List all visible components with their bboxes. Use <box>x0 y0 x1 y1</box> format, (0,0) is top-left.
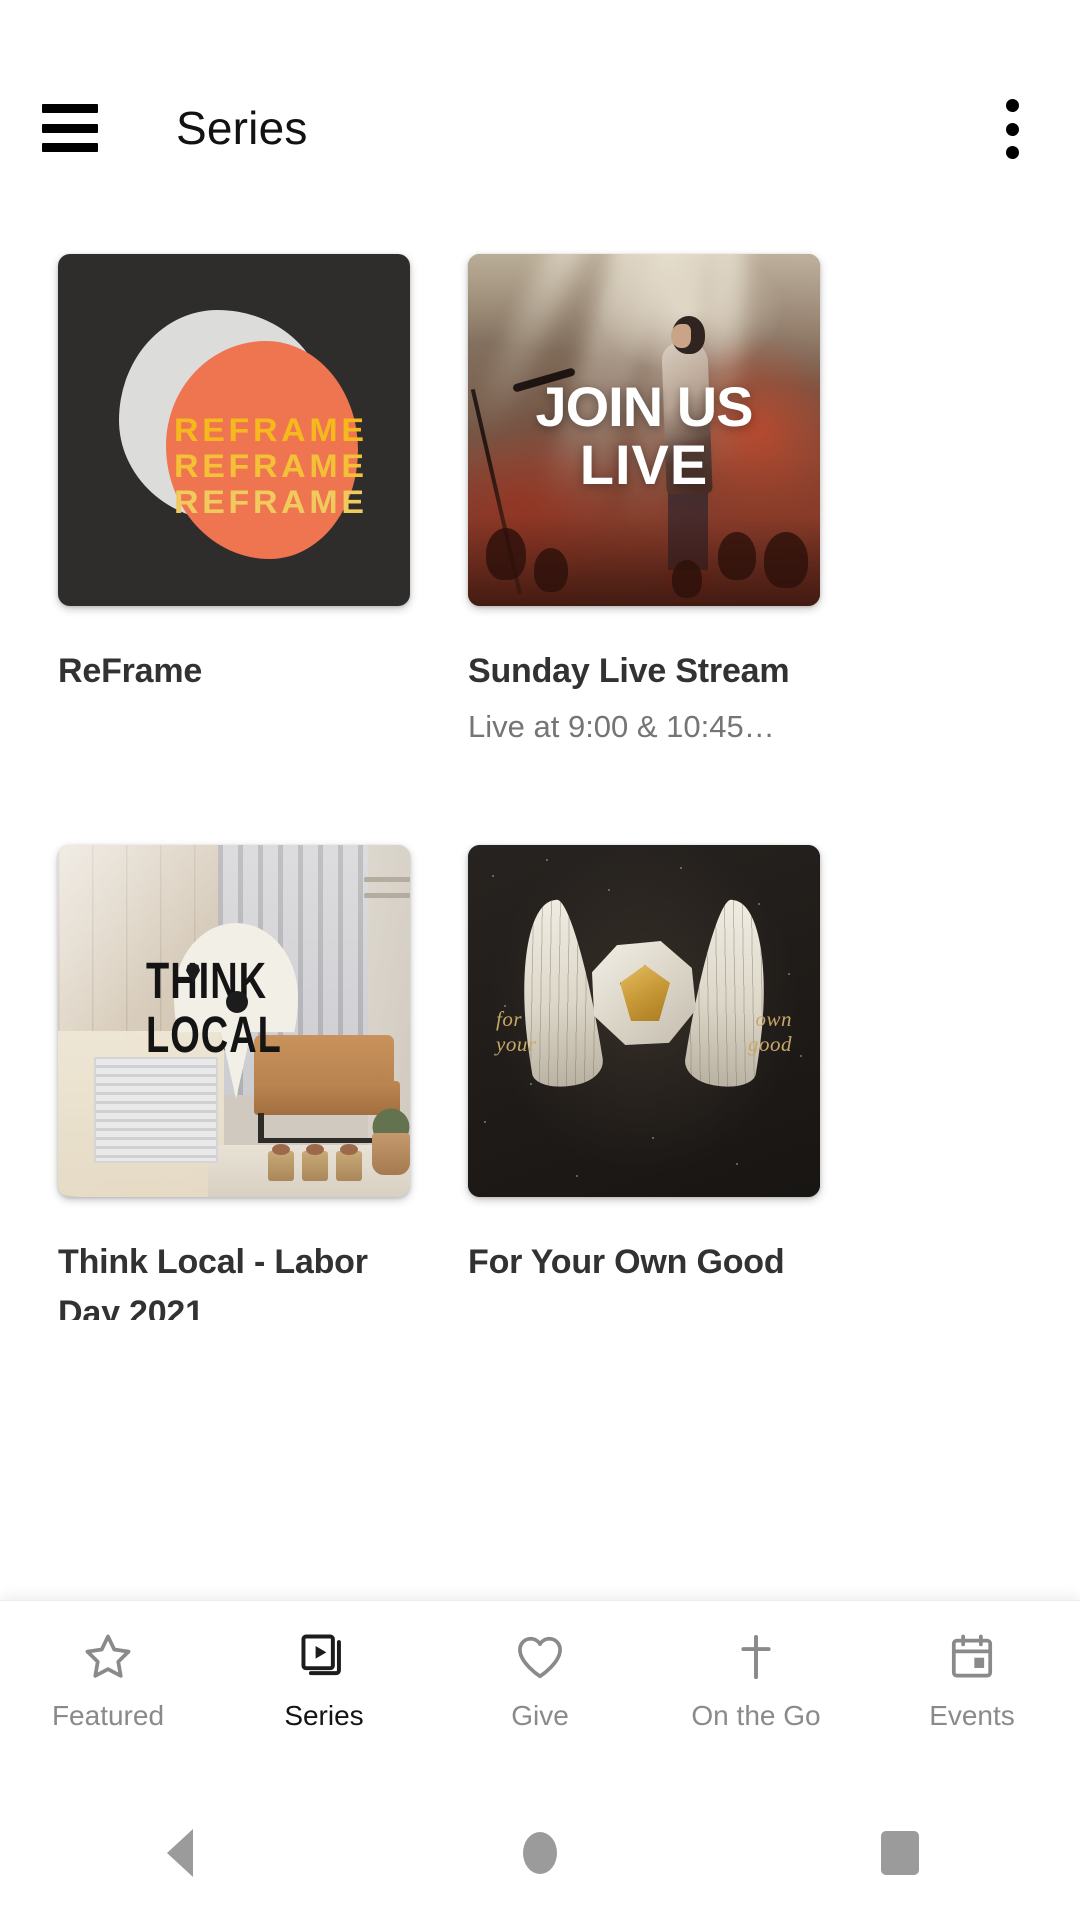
ceiling-rail <box>364 893 410 898</box>
crowd-silhouette <box>672 560 702 598</box>
potted-plant-pot <box>372 1133 410 1175</box>
tab-label: Featured <box>51 1700 165 1731</box>
window-blinds <box>94 1057 218 1163</box>
tab-label: Give <box>511 1700 569 1731</box>
home-circle-icon <box>523 1832 557 1874</box>
overflow-dot-1 <box>1005 99 1019 112</box>
series-title: Think Local - Labor Day 2021 <box>58 1243 368 1320</box>
produce-crate <box>336 1144 362 1181</box>
pin-dot <box>226 991 248 1013</box>
more-vertical-icon[interactable] <box>990 96 1034 162</box>
tab-featured[interactable]: Featured <box>0 1601 216 1787</box>
page-title: Series <box>176 102 308 154</box>
series-card-reframe[interactable]: REFRAME REFRAME REFRAME ReFrame <box>58 254 410 697</box>
series-title: Sunday Live Stream <box>468 652 790 690</box>
crowd-silhouette <box>764 532 808 588</box>
star-icon <box>85 1634 131 1678</box>
tab-series[interactable]: Series <box>216 1601 432 1787</box>
series-artwork-for-your-own-good[interactable]: for your own good <box>468 845 820 1197</box>
crowd-silhouette <box>534 548 568 592</box>
android-system-nav <box>0 1786 1080 1920</box>
overflow-dot-3 <box>1005 146 1019 159</box>
reframe-wordmark: REFRAME REFRAME REFRAME <box>174 414 410 518</box>
ceiling-rail <box>364 877 410 882</box>
produce-crate <box>268 1144 294 1181</box>
back-triangle-icon <box>167 1829 193 1877</box>
reframe-word-1: REFRAME <box>174 412 368 448</box>
heart-icon <box>518 1636 562 1679</box>
recents-button[interactable] <box>720 1831 1080 1875</box>
app-bar: Series <box>0 0 1080 250</box>
overflow-dot-2 <box>1005 122 1019 136</box>
series-card-for-your-own-good[interactable]: for your own good For Your Own Good <box>468 845 820 1288</box>
menu-bar-1 <box>42 104 98 113</box>
series-grid: REFRAME REFRAME REFRAME ReFrame JOIN US … <box>0 250 1080 1320</box>
tab-on-the-go[interactable]: On the Go <box>648 1601 864 1787</box>
tab-label: Series <box>284 1700 364 1731</box>
overlay-line-2: LOCAL <box>146 1007 282 1065</box>
crowd-silhouette <box>486 528 526 580</box>
cross-icon <box>741 1634 771 1680</box>
produce-crate <box>302 1144 328 1181</box>
performer-face <box>671 324 691 348</box>
back-button[interactable] <box>0 1829 360 1877</box>
reframe-word-2: REFRAME <box>174 448 368 484</box>
series-card-think-local[interactable]: THINK LOCAL Think Local - Labor Day 2021 <box>58 845 410 1320</box>
series-title: ReFrame <box>58 652 203 690</box>
menu-bar-3 <box>42 143 98 152</box>
recents-square-icon <box>881 1831 919 1875</box>
overlay-line-2: LIVE <box>579 433 709 496</box>
artwork-overlay-text: JOIN US LIVE <box>468 378 820 494</box>
series-card-sunday-live-stream[interactable]: JOIN US LIVE Sunday Live Stream Live at … <box>468 254 820 749</box>
video-library-icon <box>301 1634 341 1676</box>
calendar-icon <box>951 1634 993 1678</box>
hamburger-menu-icon[interactable] <box>42 98 98 158</box>
home-button[interactable] <box>360 1832 720 1874</box>
reframe-word-3: REFRAME <box>174 484 368 520</box>
series-title: For Your Own Good <box>468 1243 785 1281</box>
overlay-line-1: JOIN US <box>535 375 753 438</box>
series-artwork-think-local[interactable]: THINK LOCAL <box>58 845 410 1197</box>
overlay-line-1: THINK <box>146 953 268 1011</box>
tab-give[interactable]: Give <box>432 1601 648 1787</box>
menu-bar-2 <box>42 123 98 133</box>
overlay-text-left: for your <box>496 1007 537 1056</box>
tab-label: On the Go <box>691 1700 821 1731</box>
crowd-silhouette <box>718 532 756 580</box>
series-artwork-reframe[interactable]: REFRAME REFRAME REFRAME <box>58 254 410 606</box>
series-artwork-sunday-live-stream[interactable]: JOIN US LIVE <box>468 254 820 606</box>
tab-label: Events <box>929 1700 1015 1731</box>
bottom-tab-bar: Featured Series Give On the Go Events <box>0 1600 1080 1786</box>
series-subtitle: Live at 9:00 & 10:45… <box>468 709 775 744</box>
overlay-text-right: own good <box>748 1007 792 1056</box>
tab-events[interactable]: Events <box>864 1601 1080 1787</box>
